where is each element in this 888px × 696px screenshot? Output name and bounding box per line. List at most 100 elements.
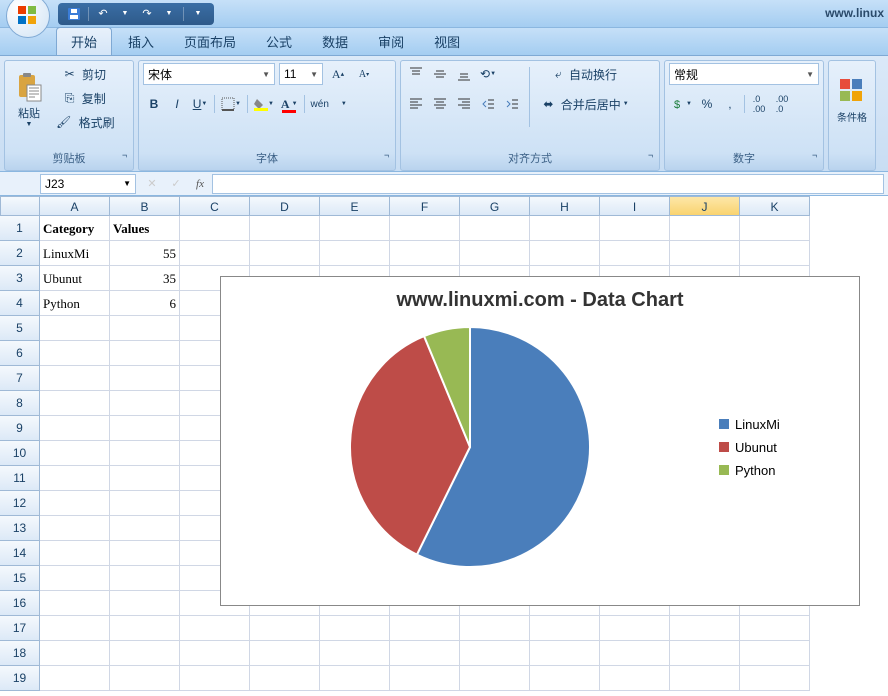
cell-B15[interactable] [110, 566, 180, 591]
cell-A13[interactable] [40, 516, 110, 541]
cell-E1[interactable] [320, 216, 390, 241]
redo-dropdown-icon[interactable]: ▼ [161, 6, 177, 22]
tab-页面布局[interactable]: 页面布局 [170, 28, 250, 55]
cell-A10[interactable] [40, 441, 110, 466]
cell-A2[interactable]: LinuxMi [40, 241, 110, 266]
fill-color-button[interactable]: ▼ [251, 93, 277, 115]
cell-E2[interactable] [320, 241, 390, 266]
cell-D19[interactable] [250, 666, 320, 691]
align-bottom-button[interactable] [453, 63, 475, 85]
cell-A12[interactable] [40, 491, 110, 516]
tab-插入[interactable]: 插入 [114, 28, 168, 55]
decrease-font-button[interactable]: A▾ [353, 63, 375, 85]
cell-H18[interactable] [530, 641, 600, 666]
cell-K1[interactable] [740, 216, 810, 241]
col-header-K[interactable]: K [740, 196, 810, 216]
row-header-5[interactable]: 5 [0, 316, 40, 341]
cell-F1[interactable] [390, 216, 460, 241]
cell-G2[interactable] [460, 241, 530, 266]
cell-A14[interactable] [40, 541, 110, 566]
cell-B14[interactable] [110, 541, 180, 566]
cell-J2[interactable] [670, 241, 740, 266]
cell-A19[interactable] [40, 666, 110, 691]
row-header-13[interactable]: 13 [0, 516, 40, 541]
align-top-button[interactable] [405, 63, 427, 85]
cell-B18[interactable] [110, 641, 180, 666]
row-header-16[interactable]: 16 [0, 591, 40, 616]
cell-B19[interactable] [110, 666, 180, 691]
cell-G17[interactable] [460, 616, 530, 641]
cell-A9[interactable] [40, 416, 110, 441]
cell-B5[interactable] [110, 316, 180, 341]
cell-A1[interactable]: Category [40, 216, 110, 241]
align-center-button[interactable] [429, 93, 451, 115]
cell-I2[interactable] [600, 241, 670, 266]
cell-A6[interactable] [40, 341, 110, 366]
save-icon[interactable] [66, 6, 82, 22]
row-header-14[interactable]: 14 [0, 541, 40, 566]
cell-A17[interactable] [40, 616, 110, 641]
cell-A15[interactable] [40, 566, 110, 591]
cell-A11[interactable] [40, 466, 110, 491]
cell-J1[interactable] [670, 216, 740, 241]
align-middle-button[interactable] [429, 63, 451, 85]
cell-A7[interactable] [40, 366, 110, 391]
cell-H19[interactable] [530, 666, 600, 691]
cell-B2[interactable]: 55 [110, 241, 180, 266]
col-header-C[interactable]: C [180, 196, 250, 216]
name-box[interactable]: J23▼ [40, 174, 136, 194]
row-header-9[interactable]: 9 [0, 416, 40, 441]
increase-decimal-button[interactable]: .0.00 [748, 93, 770, 115]
cell-H2[interactable] [530, 241, 600, 266]
font-size-combo[interactable]: 11▼ [279, 63, 323, 85]
cell-E18[interactable] [320, 641, 390, 666]
cell-I17[interactable] [600, 616, 670, 641]
row-header-15[interactable]: 15 [0, 566, 40, 591]
cell-C19[interactable] [180, 666, 250, 691]
row-header-3[interactable]: 3 [0, 266, 40, 291]
increase-indent-button[interactable] [501, 93, 523, 115]
cell-C2[interactable] [180, 241, 250, 266]
cell-E19[interactable] [320, 666, 390, 691]
cell-J19[interactable] [670, 666, 740, 691]
tab-数据[interactable]: 数据 [308, 28, 362, 55]
cell-B3[interactable]: 35 [110, 266, 180, 291]
cell-A3[interactable]: Ubunut [40, 266, 110, 291]
embedded-chart[interactable]: www.linuxmi.com - Data Chart LinuxMiUbun… [220, 276, 860, 606]
qat-customize-icon[interactable]: ▼ [190, 6, 206, 22]
col-header-E[interactable]: E [320, 196, 390, 216]
cut-button[interactable]: ✂ 剪切 [53, 63, 118, 85]
cell-F18[interactable] [390, 641, 460, 666]
cell-A4[interactable]: Python [40, 291, 110, 316]
cell-H1[interactable] [530, 216, 600, 241]
cell-K18[interactable] [740, 641, 810, 666]
tab-公式[interactable]: 公式 [252, 28, 306, 55]
cell-B6[interactable] [110, 341, 180, 366]
cell-J18[interactable] [670, 641, 740, 666]
number-format-combo[interactable]: 常规▼ [669, 63, 819, 85]
row-header-12[interactable]: 12 [0, 491, 40, 516]
cell-G1[interactable] [460, 216, 530, 241]
enter-formula-icon[interactable]: ✓ [164, 174, 188, 194]
row-header-4[interactable]: 4 [0, 291, 40, 316]
row-header-18[interactable]: 18 [0, 641, 40, 666]
cell-F19[interactable] [390, 666, 460, 691]
row-header-8[interactable]: 8 [0, 391, 40, 416]
col-header-J[interactable]: J [670, 196, 740, 216]
cell-H17[interactable] [530, 616, 600, 641]
percent-button[interactable]: % [696, 93, 718, 115]
row-header-2[interactable]: 2 [0, 241, 40, 266]
cell-B7[interactable] [110, 366, 180, 391]
cell-G18[interactable] [460, 641, 530, 666]
col-header-I[interactable]: I [600, 196, 670, 216]
col-header-F[interactable]: F [390, 196, 460, 216]
decrease-decimal-button[interactable]: .00.0 [771, 93, 793, 115]
cell-C17[interactable] [180, 616, 250, 641]
cell-K2[interactable] [740, 241, 810, 266]
row-header-10[interactable]: 10 [0, 441, 40, 466]
col-header-B[interactable]: B [110, 196, 180, 216]
underline-button[interactable]: U▼ [189, 93, 211, 115]
italic-button[interactable]: I [166, 93, 188, 115]
undo-icon[interactable]: ↶ [95, 6, 111, 22]
cancel-formula-icon[interactable]: ✕ [140, 174, 164, 194]
